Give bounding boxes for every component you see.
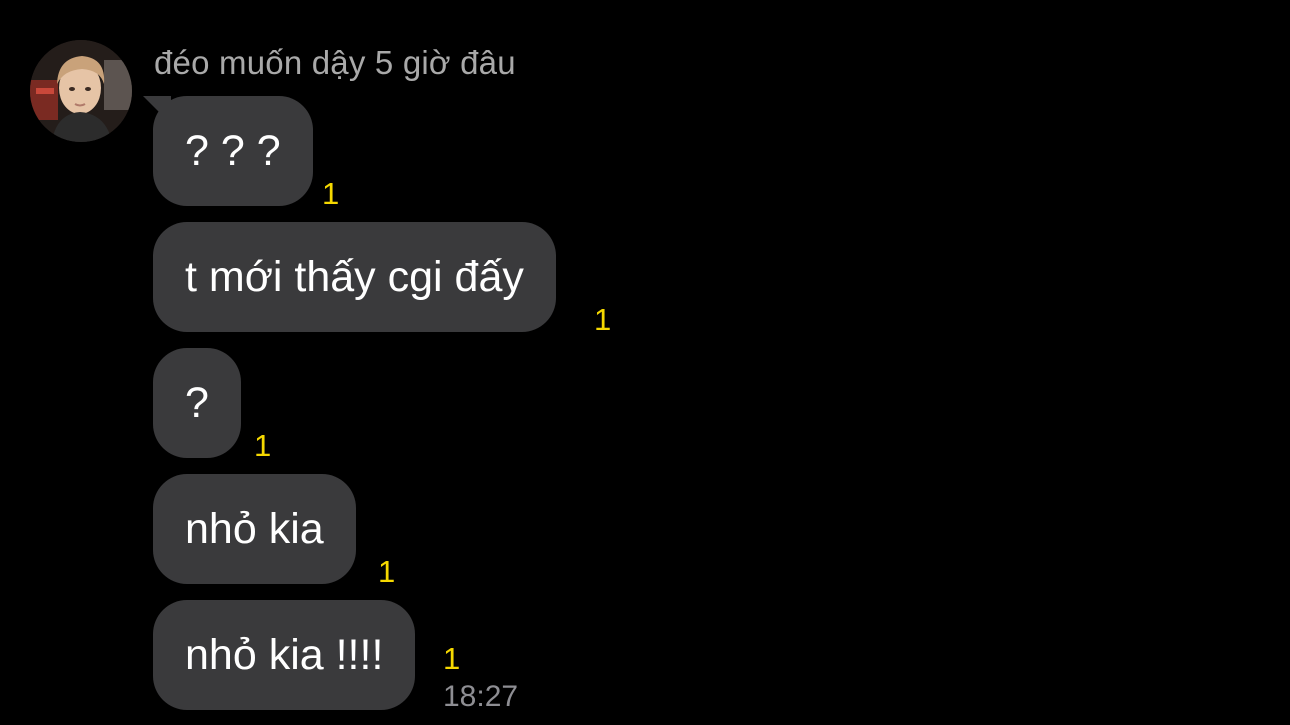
message-row: nhỏ kia !!!! [153, 600, 416, 710]
message-bubble[interactable]: ? ? ? [153, 96, 313, 206]
sender-name: đéo muốn dậy 5 giờ đâu [154, 44, 516, 81]
message-timestamp: 18:27 [443, 680, 519, 713]
message-row: ? [153, 348, 241, 458]
message-bubble[interactable]: ? [153, 348, 241, 458]
unread-count: 1 [443, 641, 461, 676]
unread-count: 1 [594, 302, 612, 337]
message-bubble[interactable]: t mới thấy cgi đấy [153, 222, 556, 332]
unread-count: 1 [254, 428, 272, 463]
unread-count: 1 [378, 554, 396, 589]
avatar-photo-icon [30, 40, 132, 142]
sender-avatar[interactable] [30, 40, 132, 142]
unread-count: 1 [322, 176, 340, 211]
message-row: ? ? ? [153, 96, 313, 206]
message-row: nhỏ kia [153, 474, 356, 584]
message-bubble[interactable]: nhỏ kia [153, 474, 356, 584]
message-bubble[interactable]: nhỏ kia !!!! [153, 600, 416, 710]
message-row: t mới thấy cgi đấy [153, 222, 556, 332]
